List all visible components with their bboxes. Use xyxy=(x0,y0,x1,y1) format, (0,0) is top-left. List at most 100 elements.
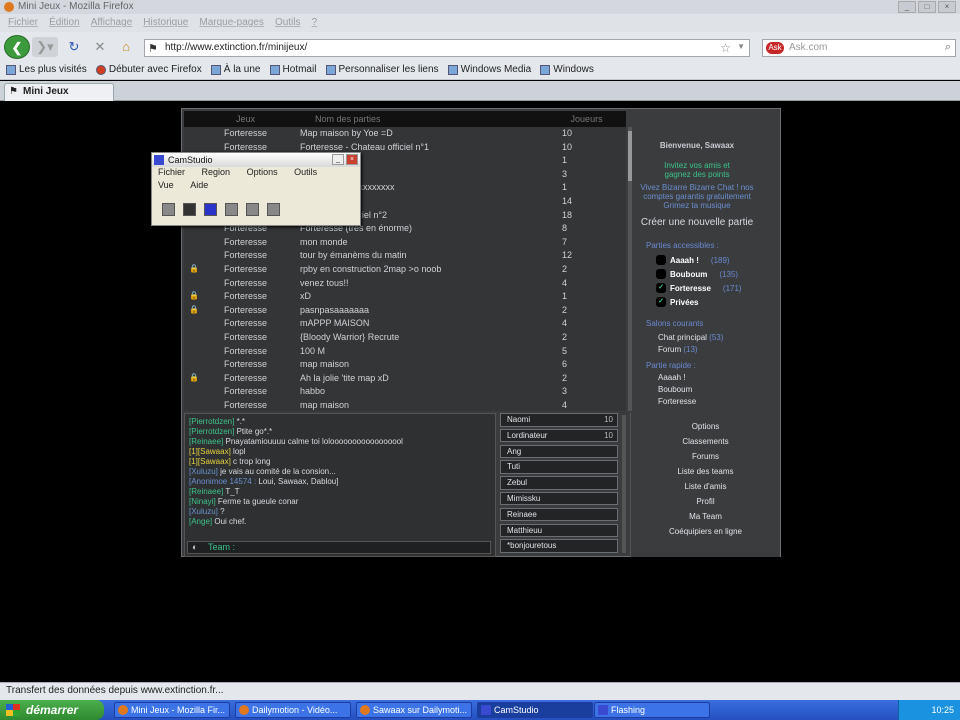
menu-edition[interactable]: Édition xyxy=(49,17,80,28)
game-row[interactable]: 🔒 Forteresse xD 1 xyxy=(184,290,626,304)
stop-icon[interactable]: ✕ xyxy=(90,37,110,57)
user-item[interactable]: Matthieuu xyxy=(500,523,618,538)
annotate-icon[interactable] xyxy=(246,203,259,216)
game-row[interactable]: Forteresse {Bloody Warrior} Recrute 2 xyxy=(184,331,626,345)
clock[interactable]: 10:25 xyxy=(931,705,954,715)
chat-author[interactable]: [Ninayi] xyxy=(189,497,216,506)
game-row[interactable]: Forteresse mon monde 7 xyxy=(184,236,626,250)
close-button[interactable]: × xyxy=(938,1,956,13)
forward-button[interactable]: ❯▾ xyxy=(32,37,58,57)
record-icon[interactable] xyxy=(162,203,175,216)
promo-link-1[interactable]: Invitez vos amis et xyxy=(622,161,772,170)
chat-author[interactable]: [Ange] xyxy=(189,517,212,526)
bookmark-hotmail[interactable]: Hotmail xyxy=(269,64,316,75)
chat-room-main[interactable]: Chat principal (53) xyxy=(658,333,723,342)
chat-author[interactable]: [Pierrotdzen] xyxy=(189,417,234,426)
minimize-button[interactable]: _ xyxy=(898,1,916,13)
maximize-button[interactable]: □ xyxy=(918,1,936,13)
camstudio-menu-aide[interactable]: Aide xyxy=(190,180,208,190)
task-sawaax[interactable]: Sawaax sur Dailymoti... xyxy=(356,702,472,718)
chat-author[interactable]: [Xuluzu] xyxy=(189,507,218,516)
stop-record-icon[interactable] xyxy=(204,203,217,216)
camstudio-menu-vue[interactable]: Vue xyxy=(158,180,174,190)
settings-icon[interactable] xyxy=(267,203,280,216)
task-flashing[interactable]: Flashing xyxy=(594,702,710,718)
chat-author[interactable]: [1][Sawaax] xyxy=(189,447,231,456)
game-row[interactable]: Forteresse venez tous!! 4 xyxy=(184,277,626,291)
menu-forums[interactable]: Forums xyxy=(631,449,780,464)
menu-fichier[interactable]: Fichier xyxy=(8,17,38,28)
user-item[interactable]: Mimissku xyxy=(500,491,618,506)
menu-profile[interactable]: Profil xyxy=(631,494,780,509)
chat-author[interactable]: [Reinaee] xyxy=(189,487,223,496)
chat-author[interactable]: [Reinaee] xyxy=(189,437,223,446)
quick-forteresse[interactable]: Forteresse xyxy=(658,397,696,406)
task-dailymotion[interactable]: Dailymotion - Vidéo... xyxy=(235,702,351,718)
camstudio-window[interactable]: CamStudio _ × Fichier Region Options Out… xyxy=(151,152,361,226)
camstudio-menu-region[interactable]: Region xyxy=(202,167,231,177)
chat-input[interactable]: ◐ Team : xyxy=(187,541,491,554)
region-icon[interactable] xyxy=(225,203,238,216)
camstudio-menu-options[interactable]: Options xyxy=(247,167,278,177)
game-row[interactable]: Forteresse 100 M 5 xyxy=(184,345,626,359)
channel-bouboum[interactable]: Bouboum (135) xyxy=(656,269,738,279)
url-bar[interactable]: ⚑ http://www.extinction.fr/minijeux/ ☆ ▼ xyxy=(144,39,750,57)
promo-link-4[interactable]: comptes garantis gratuitement xyxy=(622,192,772,201)
user-list-scrollbar[interactable] xyxy=(622,415,626,553)
task-camstudio[interactable]: CamStudio xyxy=(477,702,593,718)
search-box[interactable]: Ask Ask.com ⌕ xyxy=(762,39,956,57)
task-firefox[interactable]: Mini Jeux - Mozilla Fir... xyxy=(114,702,230,718)
start-button[interactable]: démarrer xyxy=(0,700,104,720)
user-item[interactable]: Tuti xyxy=(500,460,618,474)
channel-forteresse[interactable]: ✓ Forteresse (171) xyxy=(656,283,742,293)
game-row[interactable]: Forteresse Map maison by Yoe =D 10 xyxy=(184,127,626,141)
menu-options[interactable]: Options xyxy=(631,419,780,434)
game-row[interactable]: Forteresse map maison 4 xyxy=(184,399,626,411)
menu-friends-list[interactable]: Liste d'amis xyxy=(631,479,780,494)
chat-author[interactable]: [1][Sawaax] xyxy=(189,457,231,466)
pause-icon[interactable] xyxy=(183,203,196,216)
promo-link-3[interactable]: Vivez Bizarre Bizarre Chat ! nos xyxy=(622,183,772,192)
user-item[interactable]: Reinaee xyxy=(500,507,618,522)
reload-icon[interactable]: ↻ xyxy=(64,37,84,57)
create-game-link[interactable]: Créer une nouvelle partie xyxy=(622,217,772,228)
user-item[interactable]: Lordinateur 10 xyxy=(500,428,618,443)
bookmark-windows-media[interactable]: Windows Media xyxy=(447,64,531,75)
chat-author[interactable]: [Anonimoe 14574 : xyxy=(189,477,256,486)
camstudio-close-button[interactable]: × xyxy=(346,154,358,165)
promo-link-5[interactable]: Grimez ta musique xyxy=(622,201,772,210)
search-icon[interactable]: ⌕ xyxy=(945,41,951,54)
camstudio-menu-outils[interactable]: Outils xyxy=(294,167,317,177)
chat-send-icon[interactable]: ◐ xyxy=(192,542,197,552)
promo-link-2[interactable]: gagnez des points xyxy=(622,170,772,179)
bookmark-star-icon[interactable]: ☆ xyxy=(720,41,731,55)
url-dropdown-icon[interactable]: ▼ xyxy=(737,42,745,51)
url-text[interactable]: http://www.extinction.fr/minijeux/ xyxy=(165,42,307,53)
bookmark-most-visited[interactable]: Les plus visités xyxy=(6,64,87,75)
game-row[interactable]: Forteresse habbo 3 xyxy=(184,385,626,399)
channel-privees[interactable]: ✓ Privées xyxy=(656,297,698,307)
user-item[interactable]: Ang xyxy=(500,444,618,459)
bookmark-getting-started[interactable]: Débuter avec Firefox xyxy=(95,64,202,75)
bookmark-headlines[interactable]: À la une xyxy=(210,64,260,75)
game-row[interactable]: Forteresse mAPPP MAISON 4 xyxy=(184,317,626,331)
user-item[interactable]: Zebul xyxy=(500,476,618,490)
camstudio-titlebar[interactable]: CamStudio _ × xyxy=(152,153,360,167)
game-row[interactable]: Forteresse tour by émanèms du matin 12 xyxy=(184,249,626,263)
game-row[interactable]: Forteresse map maison 6 xyxy=(184,358,626,372)
menu-my-team[interactable]: Ma Team xyxy=(631,509,780,524)
game-row[interactable]: 🔒 Forteresse Ah la jolie 'tite map xD 2 xyxy=(184,372,626,386)
menu-marque-pages[interactable]: Marque-pages xyxy=(199,17,263,28)
game-row[interactable]: 🔒 Forteresse rpby en construction 2map >o … xyxy=(184,263,626,277)
bookmark-windows[interactable]: Windows xyxy=(540,64,594,75)
user-item[interactable]: *bonjouretous xyxy=(500,539,618,553)
home-icon[interactable]: ⌂ xyxy=(116,37,136,57)
menu-outils[interactable]: Outils xyxy=(275,17,301,28)
camstudio-minimize-button[interactable]: _ xyxy=(332,154,344,165)
menu-historique[interactable]: Historique xyxy=(143,17,188,28)
menu-teammates-online[interactable]: Coéquipiers en ligne xyxy=(631,524,780,539)
menu-classements[interactable]: Classements xyxy=(631,434,780,449)
ask-search-engine-icon[interactable]: Ask xyxy=(766,42,784,54)
chat-author[interactable]: [Pierrotdzen] xyxy=(189,427,234,436)
channel-aaaah[interactable]: Aaaah ! (189) xyxy=(656,255,730,265)
